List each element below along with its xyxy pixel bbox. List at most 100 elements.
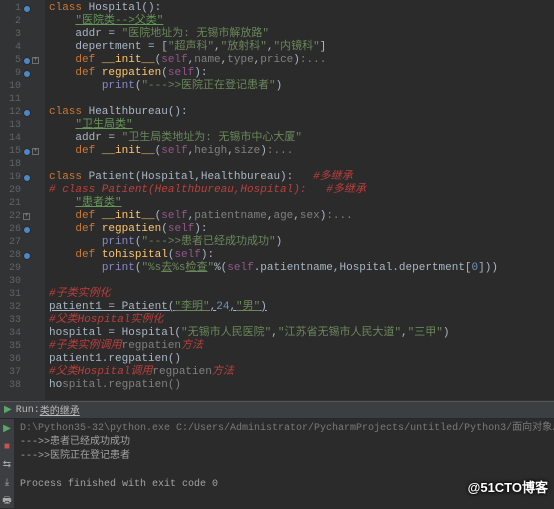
scroll-to-end-button[interactable]: ⤓: [0, 476, 14, 490]
token-op: =: [108, 132, 121, 144]
override-marker-icon[interactable]: [23, 226, 31, 234]
gutter-row: 37: [1, 366, 45, 379]
run-tab-label: Run:: [16, 405, 40, 416]
token-cmtR: # class Patient(Healthbureau,Hospital): …: [49, 184, 366, 196]
code-line[interactable]: "患者类": [49, 197, 554, 210]
gutter-row: 21: [1, 197, 45, 210]
line-number: 18: [1, 158, 21, 171]
token-strU: "李明": [174, 301, 209, 313]
fold-expand-icon[interactable]: +: [32, 57, 39, 64]
code-line[interactable]: hospital = Hospital("无锡市人民医院","江苏省无锡市人民大…: [49, 327, 554, 340]
token-self: self: [227, 262, 253, 274]
token-bi: print: [102, 262, 135, 274]
code-line[interactable]: [49, 158, 554, 171]
gutter-row: 10: [1, 80, 45, 93]
token-str: "%s: [141, 262, 161, 274]
code-line[interactable]: depertment = ["超声科","放射科","内镜科"]: [49, 41, 554, 54]
code-line[interactable]: "卫生局类": [49, 119, 554, 132]
gutter-row: 2: [1, 15, 45, 28]
code-line[interactable]: def regpatien(self):: [49, 67, 554, 80]
print-button[interactable]: 🖶: [0, 494, 14, 508]
code-line[interactable]: "医院类-->父类": [49, 15, 554, 28]
line-number: 33: [1, 314, 21, 327]
override-marker-icon[interactable]: [23, 5, 31, 13]
token-ulA: patient1 = Patient(: [49, 301, 174, 313]
token-pun: ():: [168, 106, 188, 118]
gutter-row: 32: [1, 301, 45, 314]
token-pun: (: [161, 67, 168, 79]
run-panel-header[interactable]: ▶ Run: 类的继承: [0, 402, 554, 419]
fold-expand-icon[interactable]: +: [32, 148, 39, 155]
override-marker-icon[interactable]: [23, 109, 31, 117]
token-cmtR: #子类实例化: [49, 288, 111, 300]
toggle-soft-wrap-button[interactable]: ⇆: [0, 458, 14, 472]
token-self: self: [161, 210, 187, 222]
code-line[interactable]: class Patient(Hospital,Healthbureau): #多…: [49, 171, 554, 184]
override-marker-icon[interactable]: [23, 57, 31, 65]
code-line[interactable]: [49, 93, 554, 106]
token-pun: (: [161, 223, 168, 235]
line-number: 4: [1, 41, 21, 54]
code-line[interactable]: def __init__(self,heigh,size):...: [49, 145, 554, 158]
override-marker-icon[interactable]: [23, 148, 31, 156]
override-marker-icon[interactable]: [23, 174, 31, 182]
token-str: "放射科": [221, 41, 267, 53]
rerun-button[interactable]: ▶: [0, 422, 14, 436]
gutter-row: 13: [1, 119, 45, 132]
token-strU: "男": [236, 301, 260, 313]
token-pun: ): [276, 80, 283, 92]
line-number: 32: [1, 301, 21, 314]
code-line[interactable]: def regpatien(self):: [49, 223, 554, 236]
run-config-name[interactable]: 类的继承: [40, 402, 80, 418]
code-line[interactable]: # class Patient(Healthbureau,Hospital): …: [49, 184, 554, 197]
token-num: 24: [216, 301, 229, 313]
code-line[interactable]: def __init__(self,patientname,age,sex):.…: [49, 210, 554, 223]
code-line[interactable]: print("--->>患者已经成功成功"): [49, 236, 554, 249]
run-panel: ▶ Run: 类的继承 ▶ ■ ⇆ ⤓ 🖶 D:\Python35-32\pyt…: [0, 402, 554, 500]
token-pun: [49, 119, 75, 131]
code-area[interactable]: class Hospital(): "医院类-->父类" addr = "医院地…: [45, 0, 554, 400]
console-output[interactable]: D:\Python35-32\python.exe C:/Users/Admin…: [14, 419, 554, 508]
code-line[interactable]: def tohispital(self):: [49, 249, 554, 262]
code-line[interactable]: #子类实例化: [49, 288, 554, 301]
code-line[interactable]: patient1 = Patient("李明",24,"男"): [49, 301, 554, 314]
token-self: self: [161, 145, 187, 157]
token-self: self: [168, 223, 194, 235]
code-line[interactable]: class Hospital():: [49, 2, 554, 15]
gutter-row: 38: [1, 379, 45, 392]
token-fn: regpatien: [102, 223, 161, 235]
code-line[interactable]: addr = "卫生局类地址为: 无锡市中心大厦": [49, 132, 554, 145]
code-line[interactable]: print("%s去%s检查"%(self.patientname,Hospit…: [49, 262, 554, 275]
code-line[interactable]: class Healthbureau():: [49, 106, 554, 119]
token-kw: def: [49, 67, 102, 79]
token-cmt: regpatien: [152, 366, 211, 378]
gutter-row: 18: [1, 158, 45, 171]
gutter-row: 3: [1, 28, 45, 41]
stop-button[interactable]: ■: [0, 440, 14, 454]
override-marker-icon[interactable]: [23, 252, 31, 260]
code-line[interactable]: #父类Hospital实例化: [49, 314, 554, 327]
gutter-row: 28: [1, 249, 45, 262]
token-pun: depertment: [49, 41, 148, 53]
line-number: 21: [1, 197, 21, 210]
code-line[interactable]: #父类Hospital调用regpatien方法: [49, 366, 554, 379]
token-pun: ])): [478, 262, 498, 274]
line-number: 28: [1, 249, 21, 262]
token-pun: [49, 15, 75, 27]
code-line[interactable]: print("--->>医院正在登记患者"): [49, 80, 554, 93]
override-marker-icon[interactable]: [23, 70, 31, 78]
token-op: =: [108, 28, 121, 40]
token-pun: ,: [293, 210, 300, 222]
code-line[interactable]: def __init__(self,name,type,price):...: [49, 54, 554, 67]
code-line[interactable]: patient1.regpatien(): [49, 353, 554, 366]
code-line[interactable]: #子类实例调用regpatien方法: [49, 340, 554, 353]
token-kw: class: [49, 106, 89, 118]
line-number: 2: [1, 15, 21, 28]
code-line[interactable]: hospital.regpatien(): [49, 379, 554, 392]
fold-expand-icon[interactable]: +: [23, 213, 30, 220]
code-line[interactable]: [49, 275, 554, 288]
gutter-row: 9: [1, 67, 45, 80]
editor-pane[interactable]: 12345+9101112131415+1819202122+262728293…: [0, 0, 554, 400]
code-line[interactable]: addr = "医院地址为: 无锡市解放路": [49, 28, 554, 41]
token-cmtR: #父类Hospital调用: [49, 366, 152, 378]
